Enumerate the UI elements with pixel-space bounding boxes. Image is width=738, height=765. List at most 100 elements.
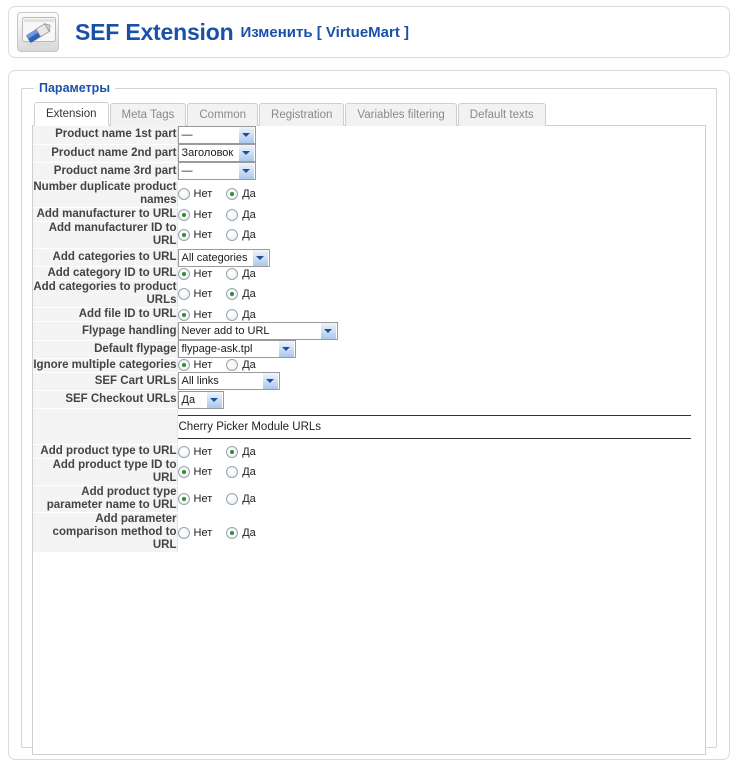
radio-option-yes[interactable]: Да	[226, 288, 256, 301]
radio-option-yes[interactable]: Да	[226, 493, 256, 506]
chevron-down-icon[interactable]	[319, 322, 336, 339]
radio-group-add-category-id-to-url: Нет Да	[177, 267, 706, 280]
tab-extension[interactable]: Extension	[34, 102, 109, 126]
radio-button-yes[interactable]	[226, 308, 239, 321]
section-separator: Cherry Picker Module URLs	[177, 409, 706, 445]
chevron-down-icon[interactable]	[237, 127, 254, 143]
param-row: Ignore multiple categories Нет Да	[33, 358, 705, 373]
radio-label: Нет	[193, 526, 213, 539]
select-sef-checkout-urls[interactable]: Да	[177, 390, 224, 409]
radio-button-no[interactable]	[177, 526, 190, 539]
radio-button-yes[interactable]	[226, 229, 239, 242]
radio-option-no[interactable]: Нет	[177, 526, 213, 539]
param-label: Product name 1st part	[33, 126, 178, 145]
radio-button-no[interactable]	[177, 493, 190, 506]
tab-common[interactable]: Common	[187, 103, 259, 126]
param-label: Add category ID to URL	[33, 266, 178, 282]
param-label: Add product type parameter name to URL	[33, 485, 178, 514]
tab-default-texts[interactable]: Default texts	[457, 103, 546, 126]
radio-option-yes[interactable]: Да	[226, 308, 256, 321]
radio-option-yes[interactable]: Да	[226, 466, 256, 479]
param-row: Product name 3rd part —	[33, 162, 705, 182]
radio-option-yes[interactable]: Да	[226, 445, 256, 458]
radio-button-yes[interactable]	[226, 288, 239, 301]
select-default-flypage[interactable]: flypage-ask.tpl	[177, 340, 296, 359]
radio-option-no[interactable]: Нет	[177, 267, 212, 280]
param-row: Flypage handling Never add to URL	[33, 321, 705, 341]
param-row: Add product type ID to URL Нет Да	[33, 458, 705, 487]
tab-registration[interactable]: Registration	[259, 103, 345, 126]
radio-button-yes[interactable]	[226, 267, 239, 280]
radio-label: Нет	[193, 188, 213, 201]
radio-option-no[interactable]: Нет	[177, 229, 212, 242]
tab-meta-tags[interactable]: Meta Tags	[109, 103, 187, 126]
sef-extension-icon	[17, 12, 59, 52]
chevron-down-icon[interactable]	[237, 145, 254, 162]
radio-option-no[interactable]: Нет	[177, 445, 213, 458]
radio-button-no[interactable]	[177, 359, 190, 372]
select-add-categories-to-url[interactable]: All categories	[177, 248, 270, 267]
radio-option-no[interactable]: Нет	[177, 308, 212, 321]
radio-option-yes[interactable]: Да	[226, 267, 256, 280]
radio-button-yes[interactable]	[226, 359, 239, 372]
radio-option-no[interactable]: Нет	[177, 466, 212, 479]
param-label: Add parameter comparison method to URL	[33, 512, 178, 554]
param-label: Default flypage	[33, 340, 178, 359]
param-label: Add manufacturer ID to URL	[33, 221, 178, 250]
radio-group-add-product-type-to-url: Нет Да	[177, 445, 706, 458]
radio-button-no[interactable]	[177, 308, 190, 321]
radio-button-no[interactable]	[177, 267, 190, 280]
radio-label: Нет	[193, 445, 213, 458]
select-sef-cart-urls[interactable]: All links	[177, 372, 280, 391]
radio-button-yes[interactable]	[226, 493, 239, 506]
radio-option-no[interactable]: Нет	[177, 493, 212, 506]
separator-rule-bottom	[177, 437, 691, 439]
radio-option-no[interactable]: Нет	[177, 288, 212, 301]
select-value: All categories	[181, 251, 248, 264]
radio-option-yes[interactable]: Да	[226, 188, 256, 201]
radio-button-no[interactable]	[177, 229, 190, 242]
chevron-down-icon[interactable]	[205, 391, 222, 408]
param-row: Add manufacturer ID to URL Нет Да	[33, 221, 705, 250]
radio-button-yes[interactable]	[226, 466, 239, 479]
chevron-down-icon[interactable]	[277, 341, 294, 358]
radio-button-yes[interactable]	[226, 526, 239, 539]
tab-variables-filtering[interactable]: Variables filtering	[345, 103, 457, 126]
param-label: Add categories to URL	[33, 248, 178, 268]
radio-option-yes[interactable]: Да	[226, 526, 256, 539]
radio-option-no[interactable]: Нет	[177, 208, 212, 221]
chevron-down-icon[interactable]	[261, 373, 278, 390]
radio-button-no[interactable]	[177, 288, 190, 301]
select-product-name-3rd-part[interactable]: —	[177, 162, 256, 181]
radio-group-add-parameter-comparison-method-to-url: Нет Да	[177, 526, 706, 539]
param-label: Number duplicate product names	[33, 180, 178, 209]
radio-option-yes[interactable]: Да	[226, 208, 256, 221]
chevron-down-icon[interactable]	[251, 249, 268, 266]
chevron-down-icon[interactable]	[237, 163, 254, 180]
radio-option-no[interactable]: Нет	[177, 188, 213, 201]
param-value: Да	[177, 390, 705, 409]
radio-group-add-manufacturer-to-url: Нет Да	[177, 208, 706, 221]
radio-button-yes[interactable]	[226, 188, 239, 201]
radio-group-add-categories-to-product-urls: Нет Да	[177, 288, 706, 301]
param-value: Нет Да	[177, 444, 706, 459]
radio-button-no[interactable]	[177, 466, 190, 479]
select-flypage-handling[interactable]: Never add to URL	[177, 321, 338, 340]
radio-button-yes[interactable]	[226, 208, 239, 221]
radio-button-no[interactable]	[177, 188, 190, 201]
radio-label: Нет	[193, 359, 213, 372]
radio-label: Да	[242, 466, 256, 479]
select-product-name-1st-part[interactable]: —	[177, 126, 256, 144]
radio-option-no[interactable]: Нет	[177, 359, 213, 372]
radio-option-yes[interactable]: Да	[226, 229, 256, 242]
param-value: Заголовок	[177, 144, 705, 163]
param-row: SEF Checkout URLs Да	[33, 390, 705, 410]
param-row: Add categories to URL All categories	[33, 248, 705, 268]
radio-button-yes[interactable]	[226, 445, 239, 458]
radio-button-no[interactable]	[177, 445, 190, 458]
radio-button-no[interactable]	[177, 208, 190, 221]
param-value: Нет Да	[177, 512, 706, 553]
select-product-name-2nd-part[interactable]: Заголовок	[177, 144, 256, 163]
radio-option-yes[interactable]: Да	[226, 359, 256, 372]
select-value: —	[181, 129, 193, 141]
